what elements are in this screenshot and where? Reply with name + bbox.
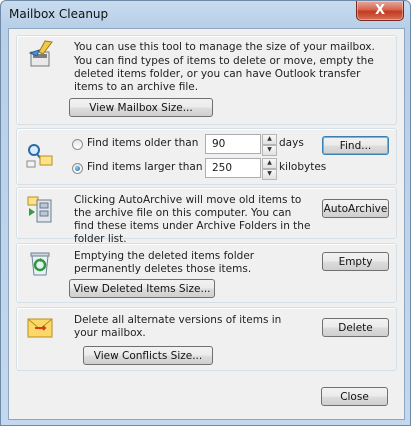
conflicts-text: Delete all alternate versions of items i… <box>74 314 282 339</box>
window-close-button[interactable]: X <box>356 1 404 21</box>
deleted-items-group: Emptying the deleted items folder perman… <box>16 243 397 303</box>
empty-button[interactable]: Empty <box>322 252 389 271</box>
conflict-envelope-icon <box>27 318 53 338</box>
view-mailbox-size-button[interactable]: View Mailbox Size... <box>69 98 213 117</box>
spin-down-icon[interactable]: ▼ <box>262 145 277 156</box>
find-items-group: Find items older than 90 ▲ ▼ days Find i… <box>16 128 397 185</box>
deleted-items-text: Emptying the deleted items folder perman… <box>74 250 255 275</box>
view-deleted-items-size-button[interactable]: View Deleted Items Size... <box>69 279 215 298</box>
find-larger-radio[interactable] <box>72 163 83 174</box>
spin-up-icon[interactable]: ▲ <box>262 134 277 145</box>
older-days-arrows[interactable]: ▲ ▼ <box>262 134 277 156</box>
find-button[interactable]: Find... <box>322 136 389 155</box>
larger-kb-value: 250 <box>212 162 233 174</box>
manage-intro-text: You can use this tool to manage the size… <box>74 41 375 53</box>
dialog-body: You can use this tool to manage the size… <box>8 28 405 420</box>
manage-description-text: You can find types of items to delete or… <box>74 55 374 93</box>
close-icon: X <box>374 3 386 18</box>
window-title: Mailbox Cleanup <box>9 7 109 21</box>
autoarchive-group: Clicking AutoArchive will move old items… <box>16 187 397 245</box>
older-days-value: 90 <box>212 138 226 150</box>
autoarchive-text: Clicking AutoArchive will move old items… <box>74 194 311 245</box>
view-conflicts-size-button[interactable]: View Conflicts Size... <box>83 346 213 365</box>
title-bar: Mailbox Cleanup X <box>1 1 410 27</box>
broom-cleanup-icon <box>28 40 53 67</box>
search-items-icon <box>26 144 53 168</box>
larger-unit-label: kilobytes <box>279 161 327 173</box>
older-days-spinner[interactable]: 90 ▲ ▼ <box>205 134 277 156</box>
spin-up-icon[interactable]: ▲ <box>262 158 277 169</box>
older-unit-label: days <box>279 137 304 149</box>
spin-down-icon[interactable]: ▼ <box>262 169 277 180</box>
manage-mailbox-group: You can use this tool to manage the size… <box>16 35 397 125</box>
archive-cabinet-icon <box>27 196 52 223</box>
find-older-label: Find items older than <box>87 137 199 149</box>
delete-button[interactable]: Delete <box>322 318 389 337</box>
find-larger-label: Find items larger than <box>87 161 203 173</box>
larger-kb-spinner[interactable]: 250 ▲ ▼ <box>205 158 277 180</box>
mailbox-cleanup-window: Mailbox Cleanup X You can use this tool … <box>0 0 411 426</box>
larger-kb-arrows[interactable]: ▲ ▼ <box>262 158 277 180</box>
conflicts-group: Delete all alternate versions of items i… <box>16 307 397 371</box>
recycle-bin-icon <box>30 252 50 276</box>
find-older-radio[interactable] <box>72 139 83 150</box>
autoarchive-button[interactable]: AutoArchive <box>322 199 389 218</box>
close-button[interactable]: Close <box>321 387 388 406</box>
